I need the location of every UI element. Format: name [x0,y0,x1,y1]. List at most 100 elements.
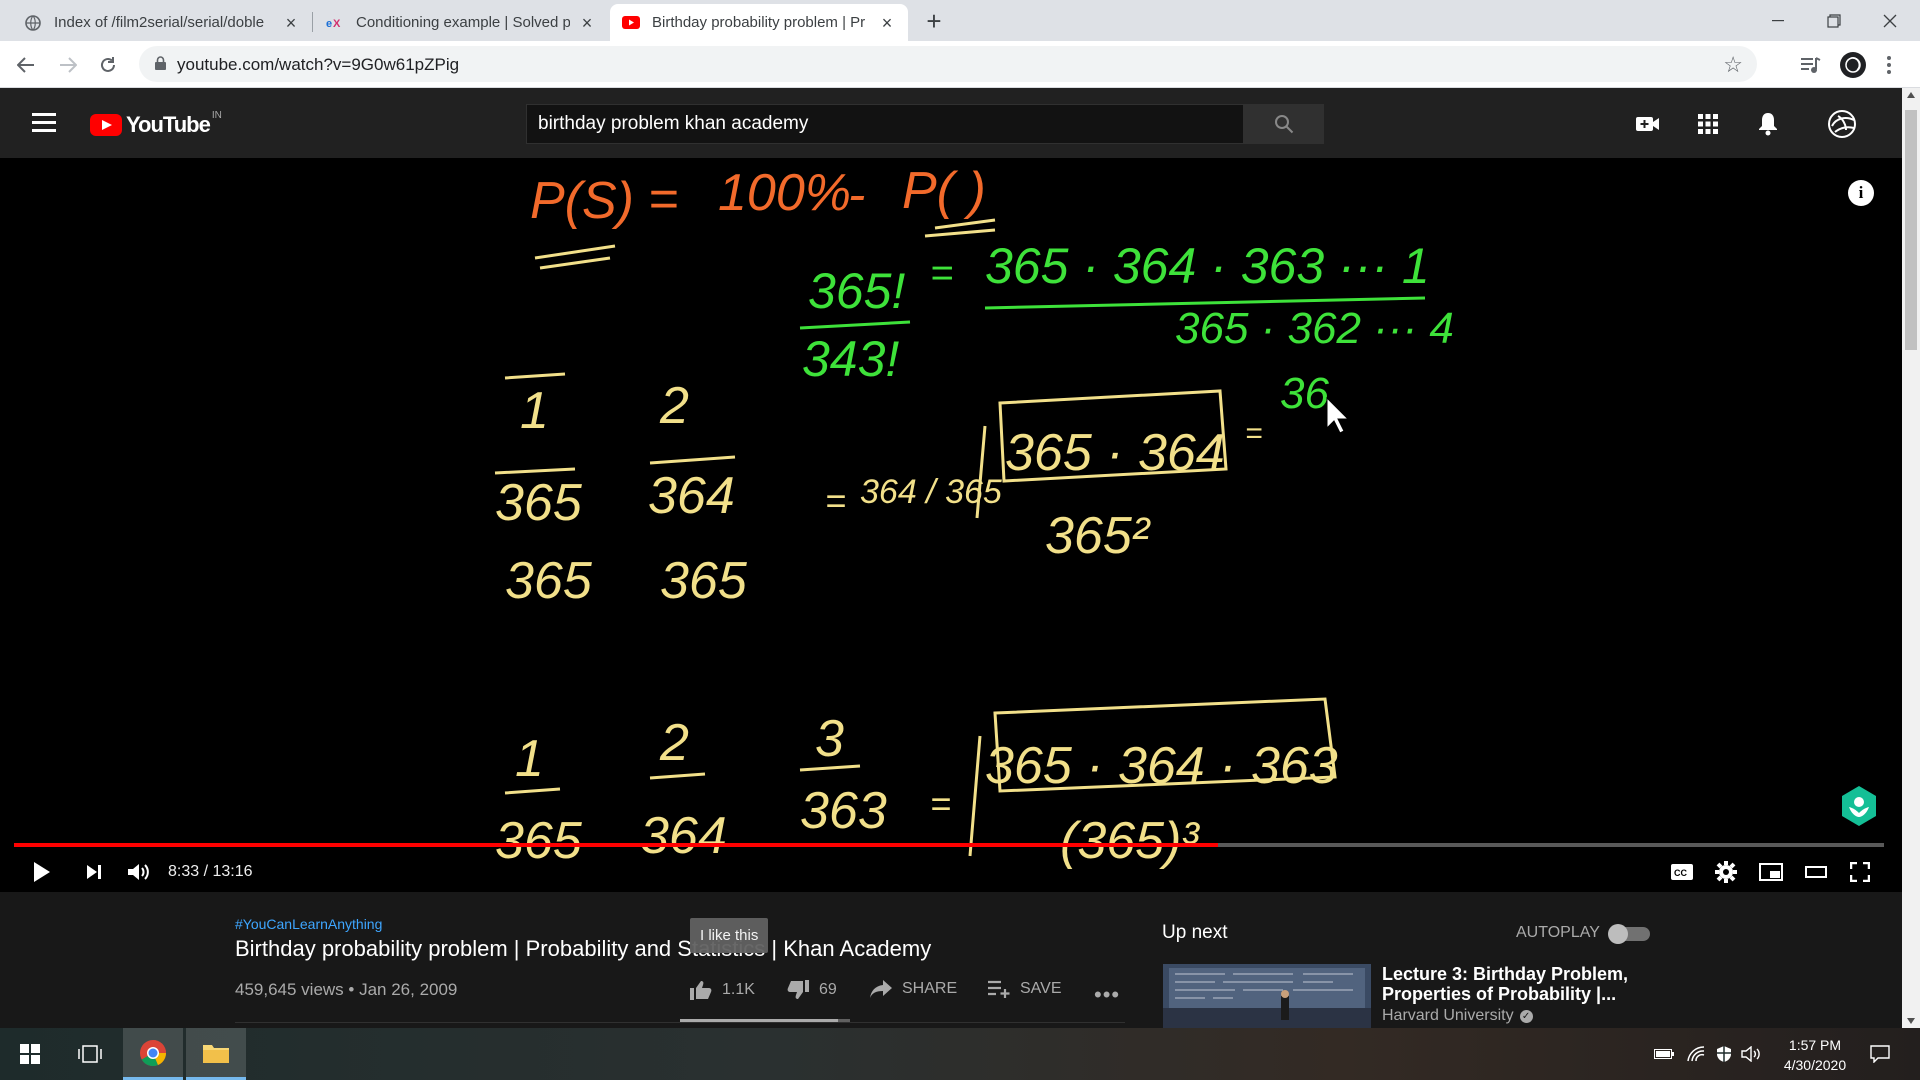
tab-title: Conditioning example | Solved pr [356,14,570,31]
task-view-icon[interactable] [60,1028,120,1080]
media-queue-icon[interactable] [1797,51,1825,79]
next-video-title[interactable]: Lecture 3: Birthday Problem, Properties … [1382,964,1642,1004]
progress-bar[interactable] [14,843,1884,847]
page-scrollbar[interactable] [1902,88,1920,1028]
views-and-date: 459,645 views • Jan 26, 2009 [235,980,458,999]
board-col2-num: 2 [659,377,689,435]
like-button[interactable]: 1.1K [690,980,755,1000]
board-minus: - [848,166,865,224]
search-button[interactable] [1244,104,1324,144]
share-label: SHARE [902,980,958,997]
chrome-taskbar-icon[interactable] [123,1028,183,1080]
next-video-icon[interactable] [78,856,110,888]
video-player[interactable]: P(S) = 100% - P( ) 365! 343! = 365 · 364… [0,158,1902,892]
tab-divider [312,12,313,32]
search-icon [1275,115,1294,134]
security-shield-icon[interactable] [1712,1044,1736,1064]
board-col5-mid: 363 [800,782,887,840]
video-info-area: #YouCanLearnAnything Birthday probabilit… [0,892,1902,1028]
more-actions-icon[interactable]: ••• [1094,982,1120,1008]
tab-close-icon[interactable]: × [578,14,596,32]
board-green-left-num: 365! [808,263,905,319]
settings-gear-icon[interactable] [1710,856,1742,888]
address-bar[interactable]: youtube.com/watch?v=9G0w61pZPig ☆ [139,46,1757,82]
clock-date: 4/30/2020 [1783,1057,1847,1073]
next-video-channel[interactable]: Harvard University ✓ [1382,1007,1533,1025]
next-video-thumbnail[interactable] [1163,964,1371,1028]
miniplayer-icon[interactable] [1755,856,1787,888]
tab-youtube[interactable]: Birthday probability problem | Pr × [610,4,908,41]
board-trailing-eq: = [1245,417,1263,450]
scroll-down-arrow-icon[interactable] [1907,1018,1915,1024]
file-explorer-icon[interactable] [186,1028,246,1080]
svg-text:e: e [326,18,332,29]
divider [235,1022,1125,1023]
tab-edx[interactable]: eX Conditioning example | Solved pr × [314,4,608,41]
fullscreen-icon[interactable] [1844,856,1876,888]
theater-mode-icon[interactable] [1800,856,1832,888]
board-eq: = [648,170,678,228]
create-video-icon[interactable] [1632,108,1664,140]
board-green-right-den: 365 · 362 ··· 4 [1175,304,1454,353]
volume-icon[interactable] [123,856,155,888]
svg-text:X: X [333,18,341,29]
board-boxed1: 365 · 364 [1005,424,1225,482]
profile-avatar[interactable] [1839,51,1867,79]
tab-index[interactable]: Index of /film2serial/serial/doble × [12,4,312,41]
tab-close-icon[interactable]: × [878,14,896,32]
windows-start-icon[interactable] [0,1028,60,1080]
time-display: 8:33 / 13:16 [168,863,253,880]
speaker-icon[interactable] [1740,1044,1764,1064]
browser-toolbar: youtube.com/watch?v=9G0w61pZPig ☆ [0,41,1920,88]
captions-icon[interactable]: CC [1666,856,1698,888]
autoplay-toggle[interactable] [1608,924,1652,944]
save-button[interactable]: SAVE [988,980,1062,998]
forward-icon[interactable] [52,49,84,81]
hashtag-link[interactable]: #YouCanLearnAnything [235,916,382,932]
play-icon[interactable] [26,856,58,888]
action-center-icon[interactable] [1868,1044,1892,1064]
board-boxed1-den: 365² [1045,507,1151,565]
video-frame-blackboard: P(S) = 100% - P( ) 365! 343! = 365 · 364… [494,162,1454,870]
board-col1-mid: 365 [495,474,583,532]
scroll-thumb[interactable] [1905,110,1917,350]
board-boxed2: 365 · 364 · 363 [985,737,1338,795]
video-title: Birthday probability problem | Probabili… [235,936,932,961]
edx-icon: eX [326,14,344,32]
board-green-right: 365 · 364 · 363 ··· 1 [985,238,1430,294]
clock-time: 1:57 PM [1788,1037,1842,1053]
restore-icon[interactable] [1806,0,1862,41]
board-col4-num: 2 [659,714,689,772]
khan-academy-watermark-icon[interactable] [1840,785,1878,827]
dislike-button[interactable]: 69 [787,980,837,1000]
board-bottom-eq: = [930,783,951,824]
reload-icon[interactable] [92,49,124,81]
youtube-logo[interactable]: YouTube IN [90,109,222,138]
back-icon[interactable] [10,49,42,81]
battery-icon[interactable] [1652,1044,1676,1064]
close-window-icon[interactable] [1862,0,1918,41]
share-button[interactable]: SHARE [870,980,957,998]
region-code: IN [211,109,222,121]
scroll-up-arrow-icon[interactable] [1907,92,1915,98]
minimize-icon[interactable] [1750,0,1806,41]
new-tab-button[interactable]: + [918,8,950,36]
url-text: youtube.com/watch?v=9G0w61pZPig [177,55,460,74]
kebab-menu-icon[interactable] [1882,51,1896,79]
bookmark-star-icon[interactable]: ☆ [1723,52,1743,78]
board-bracket [968,735,982,857]
wifi-icon[interactable] [1684,1044,1708,1064]
board-col1-num: 1 [520,382,549,440]
notifications-bell-icon[interactable] [1752,108,1784,140]
search-input[interactable] [527,105,1243,143]
account-avatar[interactable] [1826,108,1858,140]
tab-close-icon[interactable]: × [282,14,300,32]
youtube-play-logo-icon [90,114,122,136]
apps-grid-icon[interactable] [1692,108,1724,140]
board-ps: P(S) [530,172,634,230]
windows-taskbar: 1:57 PM 4/30/2020 [0,1028,1920,1080]
taskbar-clock[interactable]: 1:57 PM 4/30/2020 [1770,1035,1860,1075]
youtube-icon [622,14,640,32]
info-card-icon[interactable]: i [1848,180,1874,206]
guide-menu-icon[interactable] [32,113,56,133]
